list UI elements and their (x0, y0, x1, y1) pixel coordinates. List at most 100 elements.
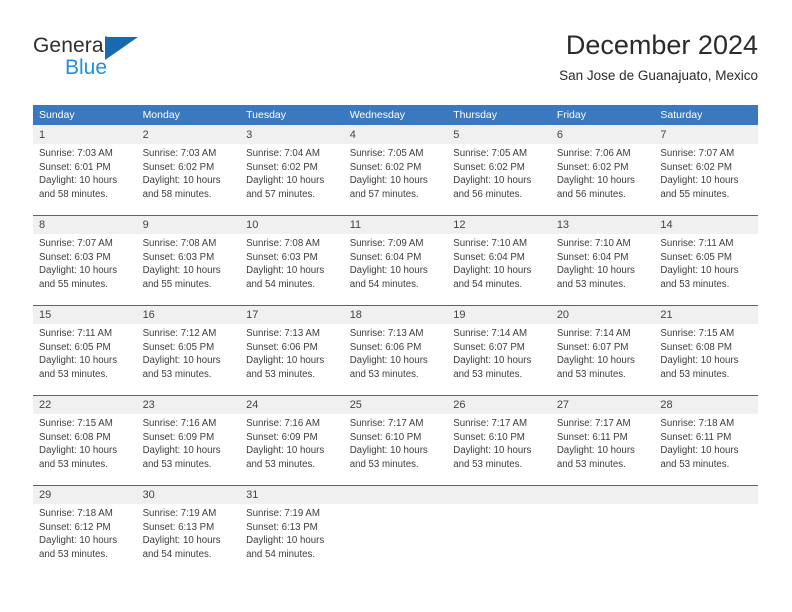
day-number[interactable]: 22 (33, 394, 137, 414)
day-cell-empty (447, 504, 551, 575)
day-cell[interactable]: Sunrise: 7:05 AM Sunset: 6:02 PM Dayligh… (343, 144, 448, 215)
day-cell[interactable]: Sunrise: 7:15 AM Sunset: 6:08 PM Dayligh… (33, 414, 137, 485)
location-subtitle: San Jose de Guanajuato, Mexico (559, 68, 758, 83)
day-number[interactable]: 3 (240, 125, 344, 144)
day-number[interactable]: 4 (343, 125, 448, 144)
day-number[interactable]: 23 (136, 394, 241, 414)
sunrise-text: Sunrise: 7:16 AM (246, 418, 320, 429)
daylight-text-line2: and 53 minutes. (453, 368, 523, 380)
day-cell[interactable]: Sunrise: 7:19 AM Sunset: 6:13 PM Dayligh… (240, 504, 344, 575)
day-number[interactable]: 28 (654, 394, 758, 414)
week-1-info-row: Sunrise: 7:03 AM Sunset: 6:01 PM Dayligh… (33, 144, 758, 215)
day-cell-empty (447, 484, 551, 504)
daylight-text-line2: and 57 minutes. (349, 188, 419, 200)
daylight-text-line2: and 56 minutes. (453, 188, 523, 200)
week-4-info-row: Sunrise: 7:15 AM Sunset: 6:08 PM Dayligh… (33, 414, 758, 485)
sunset-text: Sunset: 6:06 PM (349, 341, 422, 353)
daylight-text-line1: Daylight: 10 hours (39, 445, 118, 457)
day-cell[interactable]: Sunrise: 7:10 AM Sunset: 6:04 PM Dayligh… (447, 234, 551, 305)
sunrise-text: Sunrise: 7:13 AM (349, 328, 424, 339)
day-number[interactable]: 5 (447, 125, 551, 144)
day-number[interactable]: 1 (33, 125, 137, 144)
day-number[interactable]: 20 (550, 304, 655, 324)
daylight-text-line1: Daylight: 10 hours (246, 535, 325, 547)
sunset-text: Sunset: 6:12 PM (39, 521, 111, 533)
day-number[interactable]: 27 (550, 394, 655, 414)
page-header: General Blue December 2024 San Jose de G… (33, 28, 758, 96)
daylight-text-line2: and 53 minutes. (453, 458, 523, 470)
day-number[interactable]: 15 (33, 304, 137, 324)
day-cell[interactable]: Sunrise: 7:07 AM Sunset: 6:03 PM Dayligh… (33, 234, 137, 305)
sunset-text: Sunset: 6:07 PM (453, 341, 525, 353)
day-number[interactable]: 29 (33, 484, 137, 504)
day-cell[interactable]: Sunrise: 7:14 AM Sunset: 6:07 PM Dayligh… (550, 324, 655, 395)
daylight-text-line1: Daylight: 10 hours (556, 265, 635, 277)
daylight-text-line1: Daylight: 10 hours (246, 355, 325, 367)
day-cell[interactable]: Sunrise: 7:14 AM Sunset: 6:07 PM Dayligh… (447, 324, 551, 395)
day-cell[interactable]: Sunrise: 7:09 AM Sunset: 6:04 PM Dayligh… (343, 234, 448, 305)
sunrise-text: Sunrise: 7:05 AM (349, 148, 424, 159)
day-number[interactable]: 16 (136, 304, 241, 324)
day-number[interactable]: 31 (240, 484, 344, 504)
day-cell[interactable]: Sunrise: 7:16 AM Sunset: 6:09 PM Dayligh… (240, 414, 344, 485)
daylight-text-line1: Daylight: 10 hours (39, 355, 118, 367)
day-number[interactable]: 8 (33, 214, 137, 234)
day-number[interactable]: 14 (654, 214, 758, 234)
day-number[interactable]: 9 (136, 214, 241, 234)
day-cell[interactable]: Sunrise: 7:04 AM Sunset: 6:02 PM Dayligh… (240, 144, 344, 215)
day-cell[interactable]: Sunrise: 7:11 AM Sunset: 6:05 PM Dayligh… (33, 324, 137, 395)
daylight-text-line2: and 57 minutes. (246, 188, 316, 200)
day-cell[interactable]: Sunrise: 7:08 AM Sunset: 6:03 PM Dayligh… (240, 234, 344, 305)
general-blue-logo[interactable]: General Blue (33, 34, 233, 90)
day-cell[interactable]: Sunrise: 7:19 AM Sunset: 6:13 PM Dayligh… (136, 504, 241, 575)
day-number[interactable]: 24 (240, 394, 344, 414)
day-cell[interactable]: Sunrise: 7:17 AM Sunset: 6:11 PM Dayligh… (550, 414, 655, 485)
weekday-header-tuesday: Tuesday (240, 105, 344, 125)
daylight-text-line1: Daylight: 10 hours (349, 175, 428, 187)
day-cell[interactable]: Sunrise: 7:11 AM Sunset: 6:05 PM Dayligh… (654, 234, 758, 305)
day-cell[interactable]: Sunrise: 7:08 AM Sunset: 6:03 PM Dayligh… (136, 234, 241, 305)
day-cell[interactable]: Sunrise: 7:12 AM Sunset: 6:05 PM Dayligh… (136, 324, 241, 395)
daylight-text-line2: and 53 minutes. (39, 458, 108, 470)
day-number[interactable]: 17 (240, 304, 344, 324)
day-cell[interactable]: Sunrise: 7:18 AM Sunset: 6:12 PM Dayligh… (33, 504, 137, 575)
day-number[interactable]: 11 (343, 214, 448, 234)
sunset-text: Sunset: 6:04 PM (556, 251, 629, 263)
day-cell[interactable]: Sunrise: 7:05 AM Sunset: 6:02 PM Dayligh… (447, 144, 551, 215)
day-cell[interactable]: Sunrise: 7:16 AM Sunset: 6:09 PM Dayligh… (136, 414, 241, 485)
day-cell[interactable]: Sunrise: 7:18 AM Sunset: 6:11 PM Dayligh… (654, 414, 758, 485)
day-number[interactable]: 21 (654, 304, 758, 324)
day-number[interactable]: 6 (550, 125, 655, 144)
day-cell[interactable]: Sunrise: 7:13 AM Sunset: 6:06 PM Dayligh… (240, 324, 344, 395)
day-cell[interactable]: Sunrise: 7:17 AM Sunset: 6:10 PM Dayligh… (343, 414, 448, 485)
calendar-header-row: Sunday Monday Tuesday Wednesday Thursday… (33, 105, 758, 125)
sunrise-text: Sunrise: 7:09 AM (349, 238, 424, 249)
day-cell[interactable]: Sunrise: 7:03 AM Sunset: 6:01 PM Dayligh… (33, 144, 137, 215)
day-number[interactable]: 7 (654, 125, 758, 144)
day-cell[interactable]: Sunrise: 7:13 AM Sunset: 6:06 PM Dayligh… (343, 324, 448, 395)
day-number[interactable]: 19 (447, 304, 551, 324)
day-number[interactable]: 10 (240, 214, 344, 234)
daylight-text-line2: and 53 minutes. (39, 368, 108, 380)
week-5-daynumber-row: 29 30 31 (33, 484, 758, 504)
sunset-text: Sunset: 6:08 PM (660, 341, 732, 353)
day-number[interactable]: 18 (343, 304, 448, 324)
sunset-text: Sunset: 6:03 PM (246, 251, 318, 263)
day-cell[interactable]: Sunrise: 7:17 AM Sunset: 6:10 PM Dayligh… (447, 414, 551, 485)
day-number[interactable]: 2 (136, 125, 241, 144)
day-number[interactable]: 13 (550, 214, 655, 234)
day-cell-empty (343, 484, 448, 504)
day-cell[interactable]: Sunrise: 7:10 AM Sunset: 6:04 PM Dayligh… (550, 234, 655, 305)
day-number[interactable]: 26 (447, 394, 551, 414)
day-number[interactable]: 25 (343, 394, 448, 414)
day-cell[interactable]: Sunrise: 7:03 AM Sunset: 6:02 PM Dayligh… (136, 144, 241, 215)
sunrise-text: Sunrise: 7:18 AM (660, 418, 735, 429)
day-number[interactable]: 30 (136, 484, 241, 504)
day-number[interactable]: 12 (447, 214, 551, 234)
daylight-text-line2: and 53 minutes. (39, 548, 108, 560)
day-cell[interactable]: Sunrise: 7:15 AM Sunset: 6:08 PM Dayligh… (654, 324, 758, 395)
day-cell[interactable]: Sunrise: 7:07 AM Sunset: 6:02 PM Dayligh… (654, 144, 758, 215)
day-cell[interactable]: Sunrise: 7:06 AM Sunset: 6:02 PM Dayligh… (550, 144, 655, 215)
daylight-text-line2: and 55 minutes. (142, 278, 212, 290)
calendar-page: General Blue December 2024 San Jose de G… (0, 0, 792, 612)
